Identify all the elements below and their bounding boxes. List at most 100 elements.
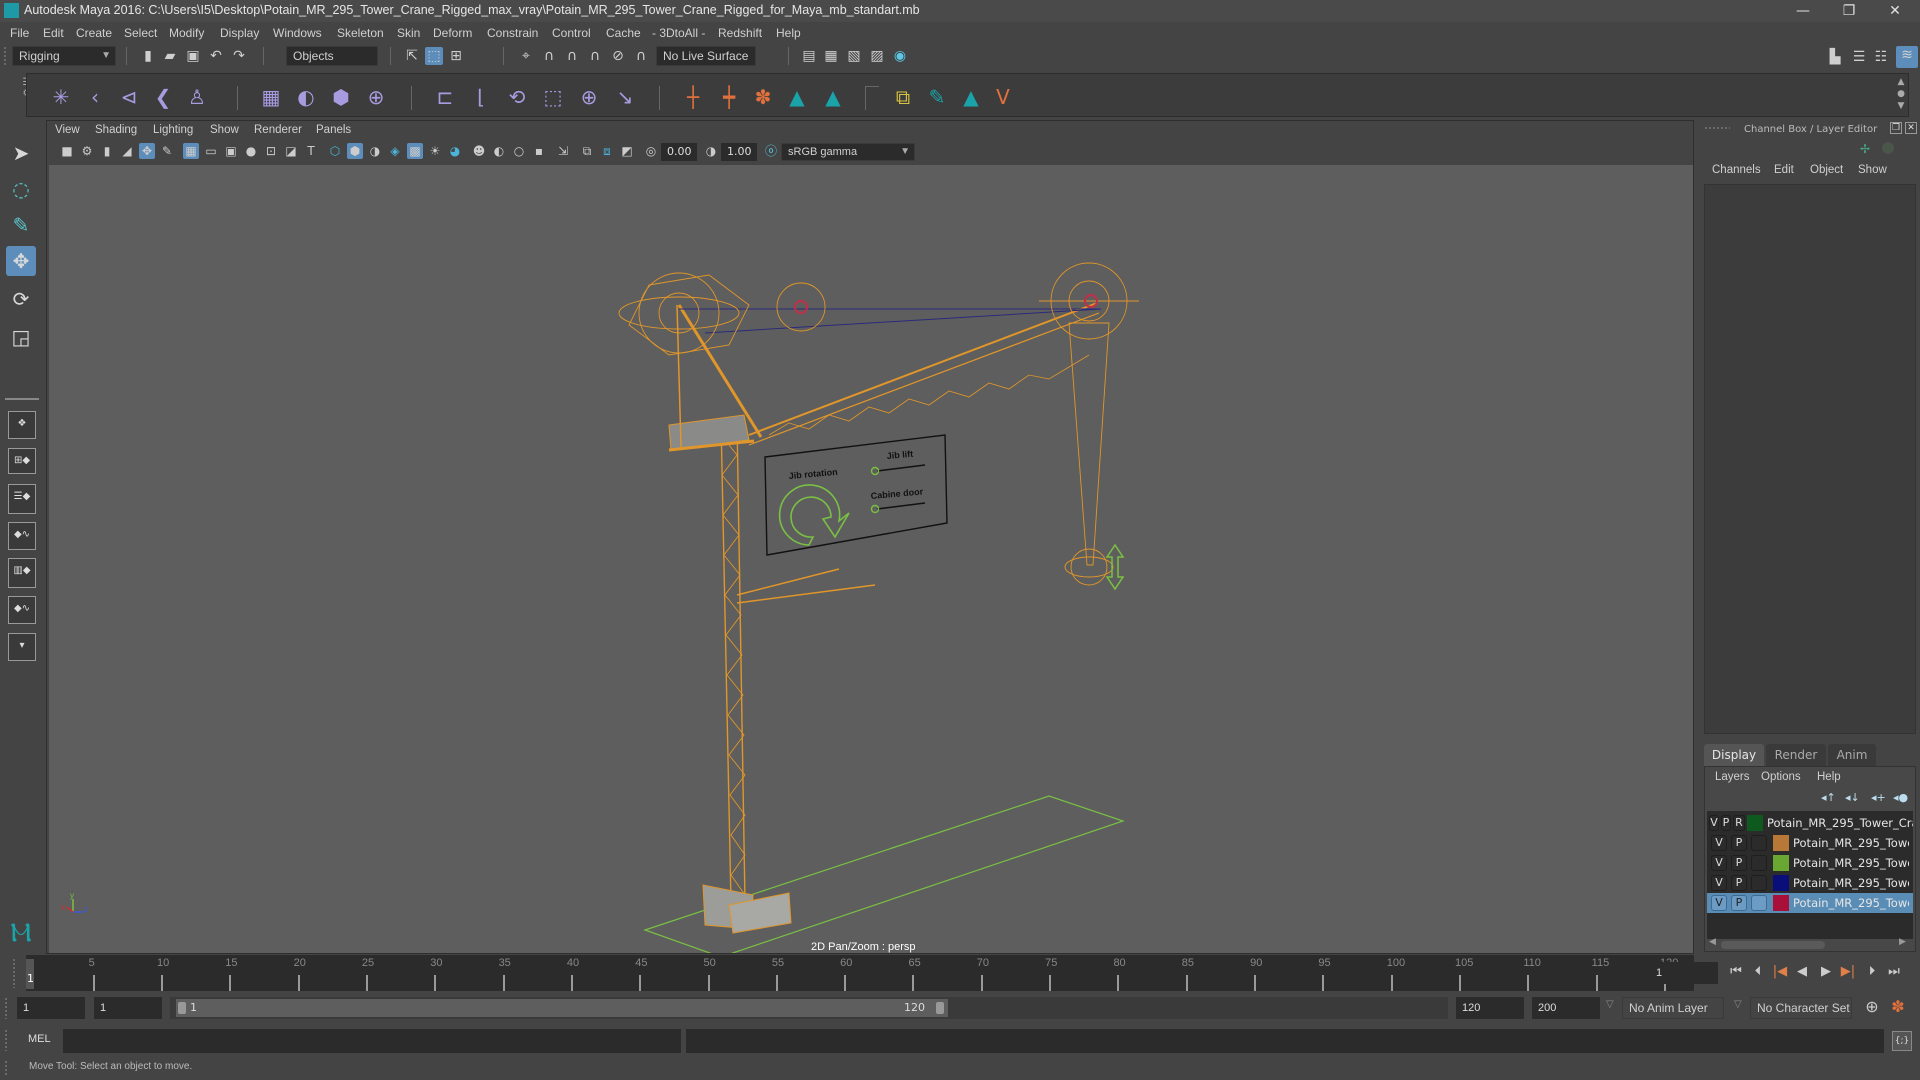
persp-graph-outliner-layout-icon[interactable]: ◆∿ [8,596,36,624]
layer-menu-help[interactable]: Help [1817,771,1841,783]
character-icon[interactable]: ✽ [749,84,777,110]
new-layer-icon[interactable]: ◂+ [1871,791,1886,804]
film-gate-icon[interactable]: ▭ [203,143,219,159]
single-perspective-layout-icon[interactable]: ❖ [8,411,36,439]
layer-icon[interactable]: ⧉ [889,84,917,110]
play-backwards-button[interactable]: ◀ [1792,962,1812,982]
menu-cache[interactable]: Cache [606,26,641,40]
go-to-end-button[interactable]: ⏭ [1884,962,1904,982]
ipr-render-icon[interactable]: ▧ [845,47,863,65]
maya-icon-1[interactable]: ▲ [783,84,811,110]
scroll-right-icon[interactable]: ▶ [1899,937,1906,947]
empty-shelf-slot[interactable] [865,86,879,110]
gamma-field[interactable]: 1.00 [721,143,757,161]
safe-title-icon[interactable]: T [303,143,319,159]
snap-grid-icon[interactable]: ⌖ [517,47,535,65]
pole-vector-icon[interactable]: ↘ [611,84,639,110]
color-space-dropdown[interactable]: sRGB gamma ▼ [781,143,915,161]
menu-redshift[interactable]: Redshift [718,26,762,40]
viewport-menu-show[interactable]: Show [210,124,239,136]
anim-layer-dropdown[interactable]: No Anim Layer [1622,997,1724,1019]
set-driven-key-icon[interactable]: ┿ [715,84,743,110]
manipulator-axis-icon[interactable]: ✢ [1860,142,1870,156]
snap-view-plane-icon[interactable]: ∩ [586,47,604,65]
range-grip[interactable] [4,997,8,1019]
status-line-grip[interactable] [3,46,7,66]
range-end-grip[interactable] [936,1002,944,1014]
layer-visibility-toggle[interactable]: V [1711,835,1727,851]
lights-icon[interactable]: ☀ [427,143,443,159]
lasso-tool-icon[interactable]: ◌ [6,174,36,204]
use-default-material-icon[interactable]: ◑ [367,143,383,159]
motion-blur-icon[interactable]: ◐ [491,143,507,159]
viewport-menu-panels[interactable]: Panels [316,124,351,136]
ik-handle-icon[interactable]: ‹ [81,84,109,110]
command-input[interactable] [63,1029,681,1053]
paint-select-tool-icon[interactable]: ✎ [6,210,36,240]
channel-box-toggle-icon[interactable]: ≋ [1896,46,1918,68]
snap-curve-icon[interactable]: ∩ [540,47,558,65]
speed-icon[interactable] [1882,142,1894,154]
command-grip[interactable] [4,1029,8,1051]
menu-control[interactable]: Control [552,26,591,40]
screen-space-ao-icon[interactable]: ☻ [471,143,487,159]
render-settings-icon[interactable]: ▨ [868,47,886,65]
menu-create[interactable]: Create [76,26,112,40]
field-chart-icon[interactable]: ⊡ [263,143,279,159]
new-scene-icon[interactable]: ▮ [139,47,157,65]
depth-of-field-icon[interactable]: ▪ [531,143,547,159]
wireframe-on-shaded-icon[interactable]: ◈ [387,143,403,159]
menu-skeleton[interactable]: Skeleton [337,26,384,40]
layer-visibility-toggle[interactable]: V [1711,855,1727,871]
textured-icon[interactable]: ▩ [407,143,423,159]
layer-display-type-toggle[interactable] [1751,855,1767,871]
move-layer-up-icon[interactable]: ◂↑ [1821,791,1836,804]
more-layouts-button[interactable]: ▾ [8,633,36,661]
menu-deform[interactable]: Deform [433,26,472,40]
save-scene-icon[interactable]: ▣ [184,47,202,65]
xray-joints-icon[interactable]: ⧈ [599,143,615,159]
step-forward-frame-button[interactable]: ⏵ [1862,962,1882,982]
move-tool-icon[interactable]: ✥ [6,246,36,276]
layer-row[interactable]: V P Potain_MR_295_Tower [1707,833,1913,853]
four-view-layout-icon[interactable]: ⊞◆ [8,448,36,474]
locator-icon[interactable]: ┼ [679,84,707,110]
select-component-icon[interactable]: ⊞ [447,47,465,65]
layer-row-selected[interactable]: V P Potain_MR_295_Tower [1707,893,1913,913]
scene-canvas[interactable]: Jib rotation Jib lift Cabine door y z x [49,165,1693,953]
select-hierarchy-icon[interactable]: ⇱ [403,47,421,65]
layer-horizontal-scrollbar[interactable]: ◀ ▶ [1709,937,1909,951]
layer-color-swatch[interactable] [1773,875,1789,891]
undo-icon[interactable]: ↶ [207,47,225,65]
shadows-icon[interactable]: ◕ [447,143,463,159]
render-view-icon[interactable]: ▤ [800,47,818,65]
range-slider-handle[interactable]: 1 120 [176,999,948,1017]
scale-tool-icon[interactable]: ◲ [6,322,36,352]
timeline-grip[interactable] [12,958,16,988]
layer-menu-layers[interactable]: Layers [1715,771,1750,783]
open-scene-icon[interactable]: ▰ [161,47,179,65]
3d-viewport[interactable]: Jib rotation Jib lift Cabine door y z x … [49,165,1693,953]
humanik-icon[interactable]: ♙ [183,84,211,110]
maya-icon-2[interactable]: ▲ [819,84,847,110]
layer-display-type-toggle[interactable] [1751,895,1767,911]
viewport-menu-view[interactable]: View [55,124,80,136]
shelf-scrollbar[interactable]: ▲ ● ▼ [1895,76,1907,114]
tab-display[interactable]: Display [1704,744,1764,766]
layer-display-type-toggle[interactable]: R [1733,815,1745,831]
xray-icon[interactable]: ⧉ [579,143,595,159]
viewport-menu-lighting[interactable]: Lighting [153,124,193,136]
current-frame-field[interactable]: 1 [1650,962,1718,984]
start-time-field[interactable]: 1 [17,997,85,1019]
mirror-joint-icon[interactable]: ❮ [149,84,177,110]
tab-render[interactable]: Render [1766,744,1826,766]
bind-skin-icon[interactable]: ▦ [257,84,285,110]
menu-skin[interactable]: Skin [397,26,420,40]
layer-visibility-toggle[interactable]: V [1709,815,1719,831]
playback-end-field[interactable]: 120 [1456,997,1524,1019]
safe-action-icon[interactable]: ◪ [283,143,299,159]
ik-spline-icon[interactable]: ⊲ [115,84,143,110]
playback-start-field[interactable]: 1 [94,997,162,1019]
smooth-shade-icon[interactable]: ⬢ [347,143,363,159]
layer-playback-toggle[interactable]: P [1731,895,1747,911]
